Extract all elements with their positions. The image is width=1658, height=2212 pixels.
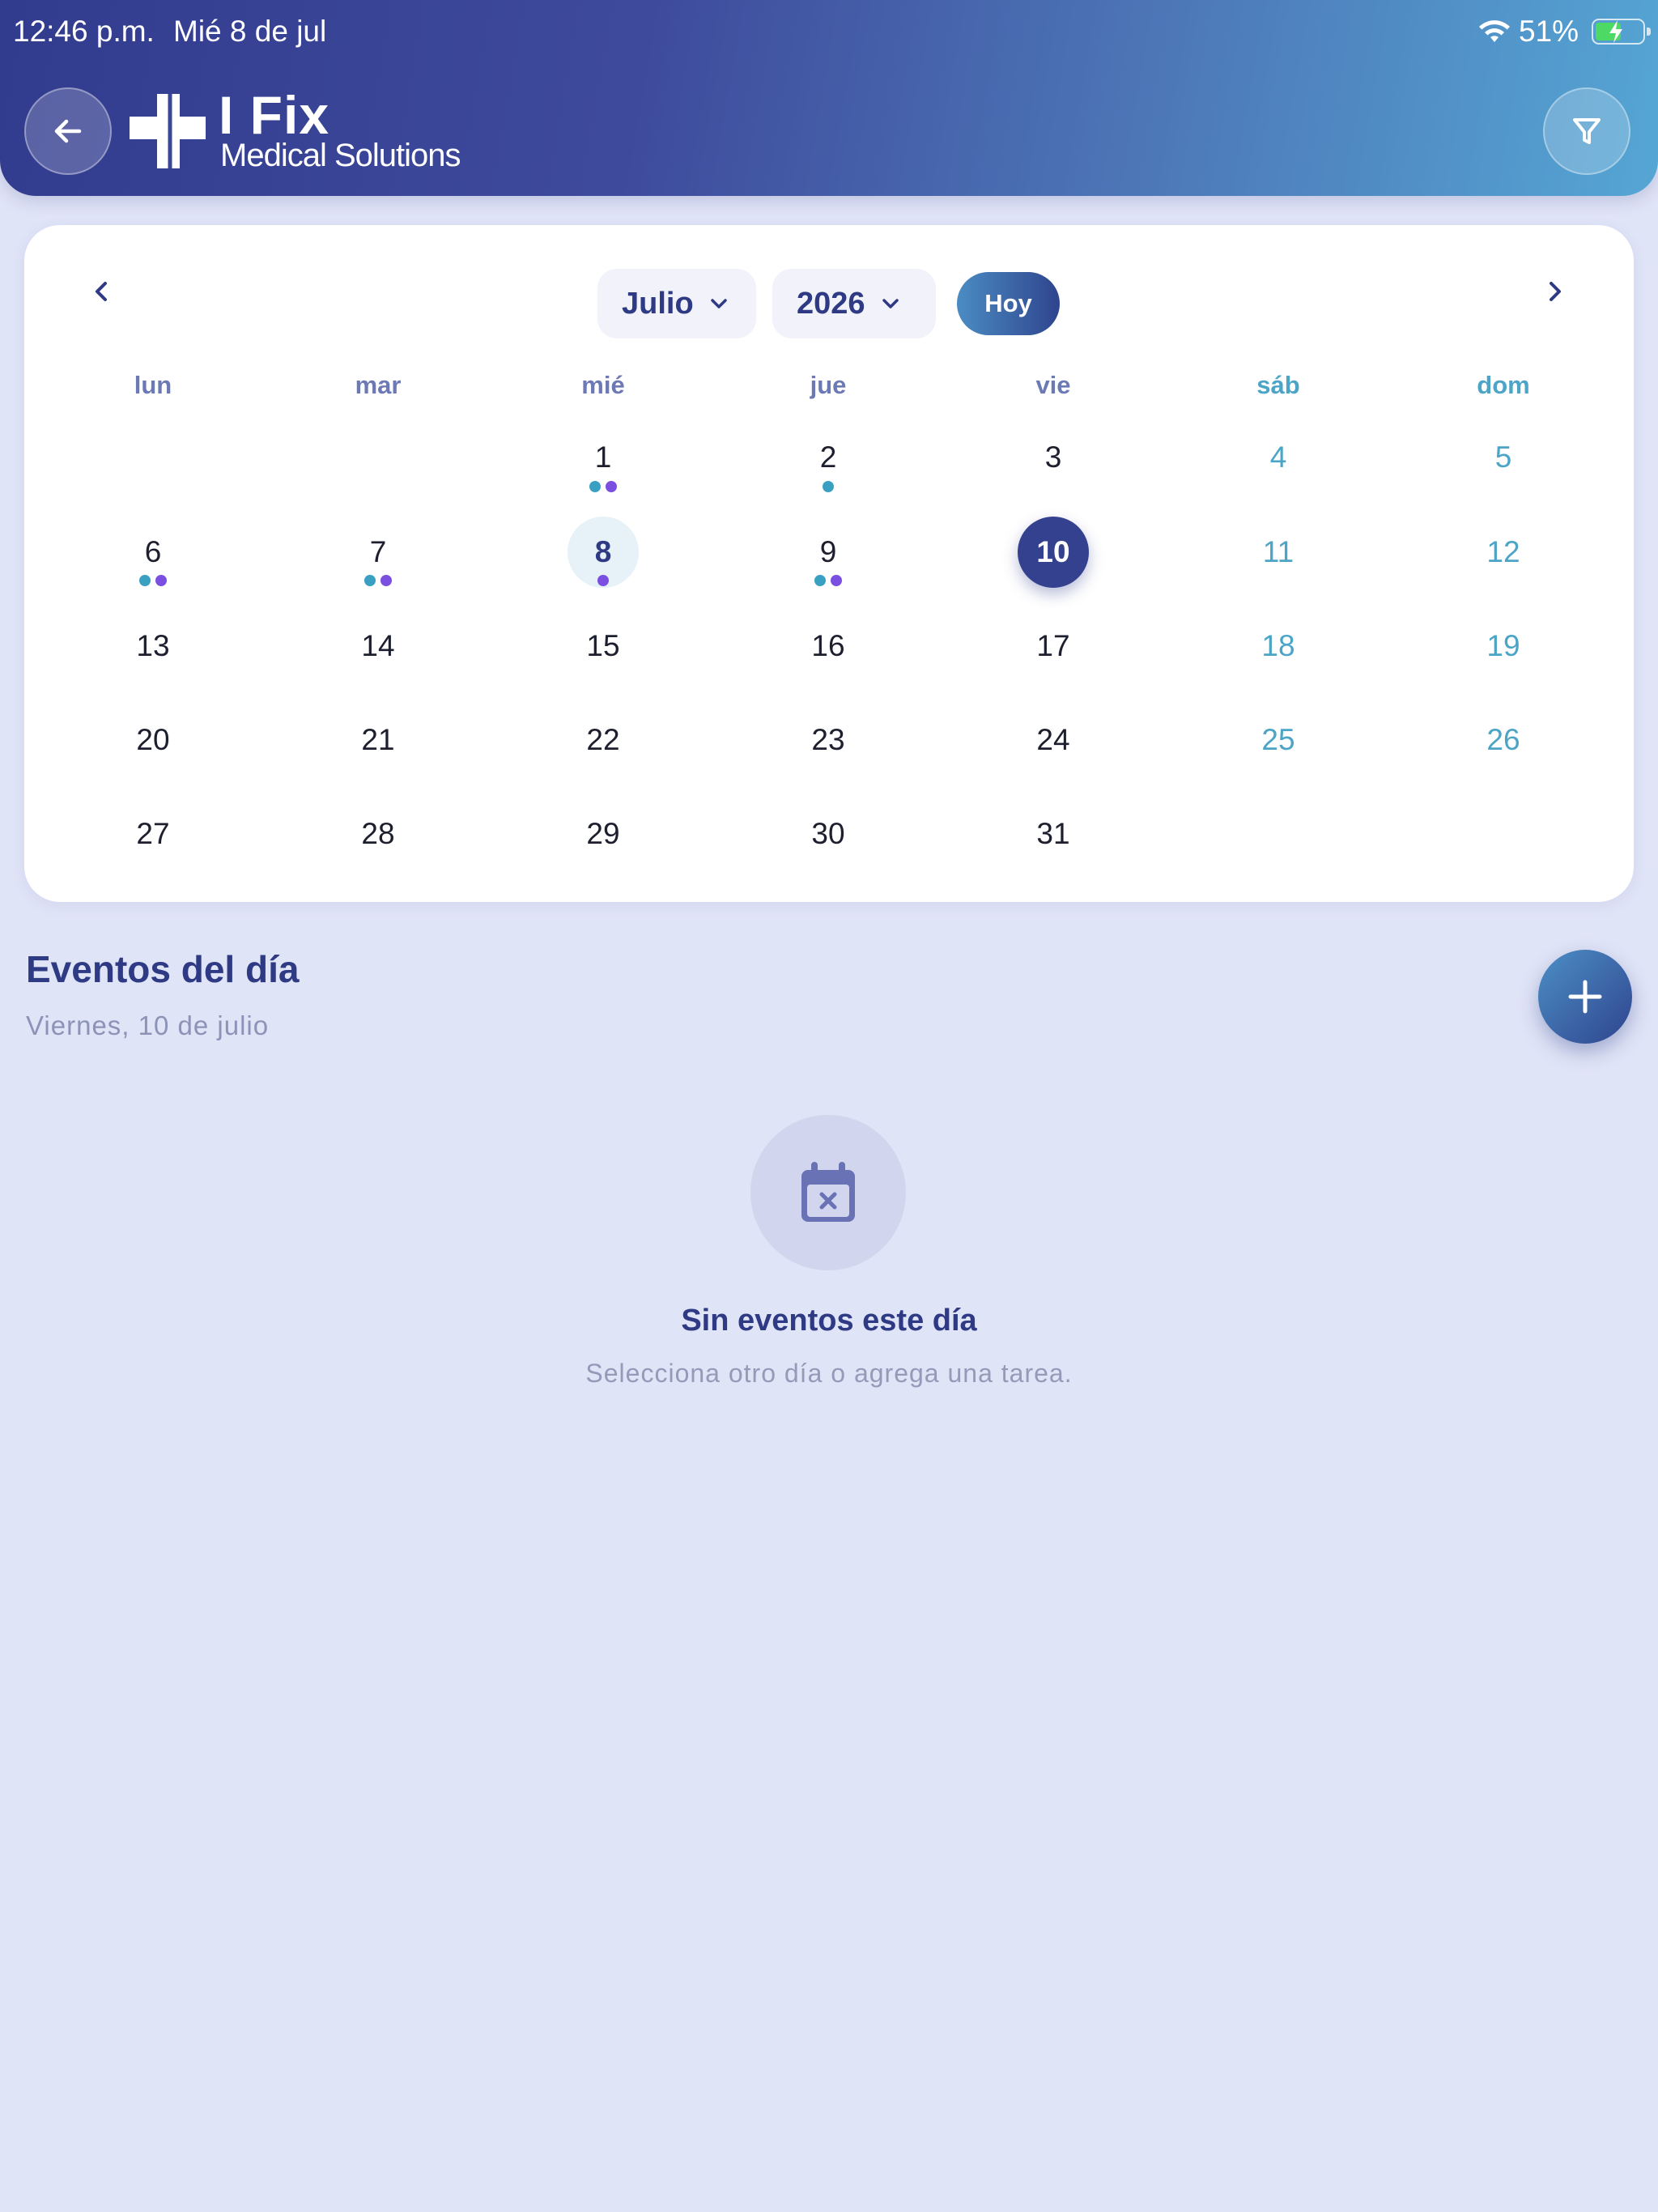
calendar-day[interactable]: 14 bbox=[342, 610, 414, 682]
calendar-day[interactable]: 15 bbox=[568, 610, 639, 682]
chevron-left-icon bbox=[96, 282, 107, 301]
calendar-day[interactable]: 3 bbox=[1018, 422, 1089, 493]
calendar-day[interactable]: 4 bbox=[1243, 422, 1314, 493]
event-indicator bbox=[139, 575, 167, 586]
brand-subtitle: Medical Solutions bbox=[220, 138, 461, 173]
next-month-button[interactable] bbox=[1530, 267, 1579, 316]
status-date: Mié 8 de jul bbox=[173, 15, 327, 48]
weekday-label: dom bbox=[1477, 371, 1530, 399]
events-date: Viernes, 10 de julio bbox=[26, 1010, 270, 1040]
calendar-day[interactable]: 23 bbox=[793, 704, 864, 776]
today-button[interactable]: Hoy bbox=[957, 272, 1060, 335]
events-title: Eventos del día bbox=[26, 948, 300, 990]
wifi-icon bbox=[1478, 20, 1510, 42]
calendar-day-selected[interactable]: 10 bbox=[1018, 517, 1089, 588]
weekday-label: sáb bbox=[1256, 371, 1300, 399]
battery-percent: 51% bbox=[1518, 15, 1579, 48]
back-button[interactable] bbox=[24, 87, 112, 175]
app-logo: I Fix Medical Solutions bbox=[130, 85, 470, 173]
empty-state-icon-container bbox=[750, 1115, 906, 1270]
calendar-day[interactable]: 13 bbox=[117, 610, 189, 682]
calendar-day[interactable]: 22 bbox=[568, 704, 639, 776]
battery-icon bbox=[1592, 19, 1651, 45]
calendar-day[interactable]: 19 bbox=[1468, 610, 1539, 682]
year-select[interactable]: 2026 bbox=[772, 269, 936, 338]
prev-month-button[interactable] bbox=[78, 267, 126, 316]
calendar-day[interactable]: 20 bbox=[117, 704, 189, 776]
calendar-day[interactable]: 17 bbox=[1018, 610, 1089, 682]
chevron-right-icon bbox=[1550, 282, 1561, 301]
chevron-down-icon bbox=[710, 299, 727, 308]
month-select[interactable]: Julio bbox=[597, 269, 756, 338]
month-label: Julio bbox=[622, 286, 694, 321]
calendar-remove-icon bbox=[801, 1162, 855, 1222]
empty-state-subtitle: Selecciona otro día o agrega una tarea. bbox=[585, 1359, 1073, 1388]
weekday-label: jue bbox=[810, 371, 847, 399]
weekday-label: mié bbox=[581, 371, 625, 399]
calendar-day[interactable]: 18 bbox=[1243, 610, 1314, 682]
status-time: 12:46 p.m. bbox=[13, 15, 155, 48]
calendar-day[interactable]: 24 bbox=[1018, 704, 1089, 776]
calendar-day[interactable]: 26 bbox=[1468, 704, 1539, 776]
weekday-label: mar bbox=[355, 371, 402, 399]
add-event-button[interactable] bbox=[1538, 950, 1632, 1044]
brand-name: I Fix bbox=[219, 85, 330, 145]
calendar-day[interactable]: 16 bbox=[793, 610, 864, 682]
event-indicator bbox=[364, 575, 392, 586]
event-indicator bbox=[823, 481, 834, 492]
year-label: 2026 bbox=[797, 286, 865, 321]
filter-button[interactable] bbox=[1543, 87, 1630, 175]
event-indicator bbox=[597, 575, 609, 586]
calendar-day[interactable]: 29 bbox=[568, 798, 639, 870]
plus-icon bbox=[1568, 980, 1602, 1014]
weekday-label: vie bbox=[1035, 371, 1071, 399]
event-indicator bbox=[589, 481, 617, 492]
event-indicator bbox=[814, 575, 842, 586]
arrow-left-icon bbox=[54, 119, 82, 143]
calendar-day[interactable]: 27 bbox=[117, 798, 189, 870]
weekday-label: lun bbox=[134, 371, 172, 399]
chevron-down-icon bbox=[882, 299, 899, 308]
empty-state-title: Sin eventos este día bbox=[681, 1304, 977, 1338]
app-header: 12:46 p.m. Mié 8 de jul 51% I Fix Medica… bbox=[0, 0, 1658, 196]
calendar-day[interactable]: 28 bbox=[342, 798, 414, 870]
medical-cross-icon bbox=[130, 94, 206, 168]
calendar-day[interactable]: 11 bbox=[1243, 517, 1314, 588]
calendar-day[interactable]: 12 bbox=[1468, 517, 1539, 588]
calendar-day[interactable]: 5 bbox=[1468, 422, 1539, 493]
status-bar: 12:46 p.m. Mié 8 de jul 51% bbox=[13, 15, 1651, 50]
calendar-day[interactable]: 25 bbox=[1243, 704, 1314, 776]
calendar-day[interactable]: 21 bbox=[342, 704, 414, 776]
calendar-day[interactable]: 30 bbox=[793, 798, 864, 870]
status-right: 51% bbox=[1478, 15, 1651, 49]
calendar-day[interactable]: 31 bbox=[1018, 798, 1089, 870]
filter-icon bbox=[1573, 118, 1601, 144]
